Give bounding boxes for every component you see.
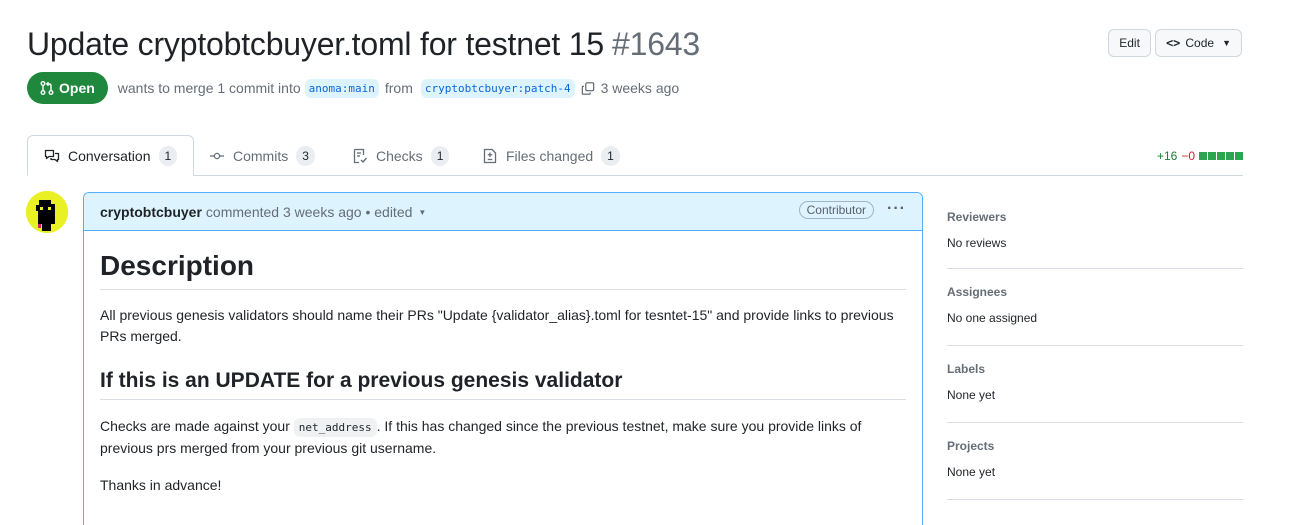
sidebar-title[interactable]: Assignees	[947, 285, 1243, 299]
sidebar-title[interactable]: Labels	[947, 362, 1243, 376]
comment-paragraph: Checks are made against your net_address…	[100, 416, 906, 459]
file-diff-icon	[482, 148, 498, 164]
sidebar-title[interactable]: Projects	[947, 439, 1243, 453]
chevron-down-icon[interactable]: ▼	[418, 208, 426, 217]
diffstat-deletions: −0	[1181, 149, 1195, 163]
comment-subheading: If this is an UPDATE for a previous gene…	[100, 369, 906, 400]
git-commit-icon	[209, 148, 225, 164]
tab-counter: 1	[158, 145, 178, 166]
contributor-badge: Contributor	[798, 201, 874, 219]
head-branch[interactable]: cryptobtcbuyer:patch-4	[420, 78, 575, 98]
merge-text: wants to merge 1 commit into	[117, 80, 301, 96]
comment-author[interactable]: cryptobtcbuyer	[100, 204, 202, 220]
header-actions: Edit <> Code ▼	[1108, 29, 1242, 57]
pr-time: 3 weeks ago	[600, 80, 680, 96]
comment-paragraph: Thanks in advance!	[100, 477, 222, 493]
pr-title-text: Update cryptobtcbuyer.toml for testnet 1…	[27, 26, 605, 62]
code-button[interactable]: <> Code ▼	[1154, 29, 1242, 57]
diffstat-blocks	[1199, 152, 1243, 160]
chevron-down-icon: ▼	[1222, 38, 1231, 48]
diffstat[interactable]: +16 −0	[1157, 149, 1243, 163]
kebab-menu-icon[interactable]: ···	[887, 200, 906, 218]
comment-box: cryptobtcbuyer commented 3 weeks ago • e…	[83, 192, 923, 525]
para-text: Checks are made against your	[100, 418, 290, 434]
tab-counter: 3	[296, 146, 315, 166]
sidebar-value: None yet	[947, 388, 996, 402]
avatar-image	[26, 191, 68, 233]
tab-label: Files changed	[506, 148, 594, 164]
pr-number: #1643	[612, 26, 701, 62]
pr-meta: Open wants to merge 1 commit into anoma:…	[27, 72, 681, 104]
tab-label: Conversation	[68, 147, 151, 164]
sidebar-projects: Projects None yet	[947, 423, 1243, 500]
comment-action[interactable]: commented 3 weeks ago • edited	[206, 204, 412, 220]
tab-conversation[interactable]: Conversation 1	[27, 135, 195, 176]
sidebar-value: No reviews	[947, 236, 1007, 250]
tab-label: Checks	[376, 148, 423, 164]
sidebar-value: None yet	[947, 465, 996, 479]
sidebar-labels: Labels None yet	[947, 346, 1243, 423]
tab-counter: 1	[601, 146, 620, 166]
tab-counter: 1	[430, 146, 450, 166]
comment-header: cryptobtcbuyer commented 3 weeks ago • e…	[84, 193, 922, 231]
status-badge: Open	[27, 72, 108, 104]
comment-discussion-icon	[44, 148, 60, 164]
base-branch[interactable]: anoma:main	[304, 78, 379, 98]
comment-paragraph: All previous genesis validators should n…	[100, 307, 894, 344]
status-label: Open	[59, 80, 95, 96]
code-icon: <>	[1165, 36, 1181, 50]
sidebar-assignees: Assignees No one assigned	[947, 269, 1243, 346]
sidebar-title[interactable]: Reviewers	[947, 210, 1243, 224]
checklist-icon	[352, 148, 368, 164]
avatar[interactable]	[26, 191, 68, 233]
pr-title: Update cryptobtcbuyer.toml for testnet 1…	[27, 26, 700, 63]
comment-body: Description All previous genesis validat…	[84, 231, 922, 525]
comment-heading: Description	[100, 250, 906, 290]
code-button-label: Code	[1185, 36, 1215, 50]
tab-files-changed[interactable]: Files changed 1	[466, 136, 636, 176]
sidebar: Reviewers No reviews Assignees No one as…	[947, 193, 1243, 500]
sidebar-value: No one assigned	[947, 311, 1038, 325]
tab-commits[interactable]: Commits 3	[193, 136, 331, 176]
tab-checks[interactable]: Checks 1	[336, 136, 465, 176]
from-text: from	[384, 80, 413, 96]
sidebar-reviewers: Reviewers No reviews	[947, 193, 1243, 269]
edit-button[interactable]: Edit	[1108, 29, 1151, 57]
copy-icon[interactable]	[581, 81, 595, 95]
pr-tabs: Conversation 1 Commits 3 Checks 1 Files …	[27, 135, 1243, 176]
inline-code: net_address	[293, 418, 377, 437]
pull-request-icon	[40, 81, 54, 95]
diffstat-additions: +16	[1156, 149, 1178, 163]
tab-label: Commits	[233, 148, 289, 164]
